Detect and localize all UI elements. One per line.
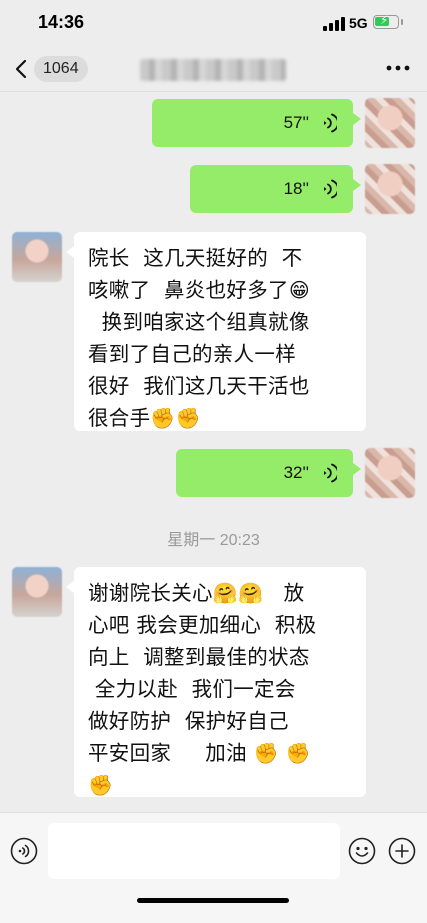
fist-emoji-icon: ✊ xyxy=(175,406,201,430)
unread-count-badge: 1064 xyxy=(34,56,88,82)
status-time: 14:36 xyxy=(38,12,85,32)
fist-emoji-icon: ✊ xyxy=(150,406,176,430)
cellular-signal-icon xyxy=(323,17,345,31)
message-timestamp: 星期一 20:23 xyxy=(167,532,260,549)
more-dots-icon[interactable] xyxy=(383,56,413,80)
message-line: 看到了自己的亲人一样 xyxy=(88,342,296,366)
voice-message[interactable]: 18'' xyxy=(190,165,361,213)
contact-avatar[interactable] xyxy=(12,567,62,617)
my-avatar[interactable] xyxy=(365,448,415,498)
battery-icon: ⚡ xyxy=(373,13,403,29)
voice-wave-icon xyxy=(324,179,337,199)
voice-wave-icon xyxy=(324,113,337,133)
message-input-bar xyxy=(0,812,427,923)
voice-duration: 18'' xyxy=(283,179,309,198)
message-line: 做好防护 保护好自己 xyxy=(88,709,289,733)
message-line: 咳嗽了 鼻炎也好多了 xyxy=(88,278,289,302)
contact-avatar[interactable] xyxy=(12,232,62,282)
message-line: 院长 这几天挺好的 不 xyxy=(88,246,303,270)
voice-message[interactable]: 32'' xyxy=(176,449,361,497)
message-line: 谢谢院长关心 xyxy=(88,581,213,605)
fist-emoji-icon: ✊ xyxy=(285,741,311,765)
message-line: 放 xyxy=(263,581,305,605)
message-line: 很好 我们这几天干活也 xyxy=(88,374,310,398)
chat-title-blurred xyxy=(140,59,286,81)
hugging-face-emoji-icon: 🤗 xyxy=(238,581,264,605)
my-avatar[interactable] xyxy=(365,164,415,214)
status-bar: 14:36 5G ⚡ xyxy=(0,0,427,46)
fist-emoji-icon: ✊ xyxy=(253,741,279,765)
charging-bolt-icon: ⚡ xyxy=(380,13,389,27)
message-line: 换到咱家这个组真就像 xyxy=(88,310,310,334)
my-avatar[interactable] xyxy=(365,98,415,148)
emoji-icon[interactable] xyxy=(348,837,376,865)
message-line: 平安回家 加油 xyxy=(88,741,254,765)
network-type: 5G xyxy=(349,15,368,31)
voice-input-icon[interactable] xyxy=(10,837,38,865)
chat-header: 1064 xyxy=(0,46,427,92)
voice-duration: 57'' xyxy=(283,113,309,132)
message-line: 向上 调整到最佳的状态 xyxy=(88,645,310,669)
voice-message[interactable]: 57'' xyxy=(152,99,361,147)
text-message[interactable]: 谢谢院长关心🤗🤗 放 心吧 我会更加细心 积极 向上 调整到最佳的状态 全力以赴… xyxy=(66,567,366,797)
message-line: 心吧 我会更加细心 积极 xyxy=(88,613,317,637)
back-button[interactable]: 1064 xyxy=(12,54,90,84)
grinning-face-emoji-icon: 😁 xyxy=(288,278,310,302)
voice-duration: 32'' xyxy=(283,463,309,482)
chevron-left-icon xyxy=(15,59,27,79)
message-line: 全力以赴 我们一定会 xyxy=(88,677,296,701)
fist-emoji-icon: ✊ xyxy=(88,773,114,797)
message-input[interactable] xyxy=(48,823,340,879)
text-message[interactable]: 院长 这几天挺好的 不 咳嗽了 鼻炎也好多了😁 换到咱家这个组真就像 看到了自己… xyxy=(66,232,366,431)
home-indicator xyxy=(137,898,289,903)
plus-icon[interactable] xyxy=(388,837,416,865)
message-line: 很合手 xyxy=(88,406,151,430)
voice-wave-icon xyxy=(324,463,337,483)
hugging-face-emoji-icon: 🤗 xyxy=(212,581,239,605)
